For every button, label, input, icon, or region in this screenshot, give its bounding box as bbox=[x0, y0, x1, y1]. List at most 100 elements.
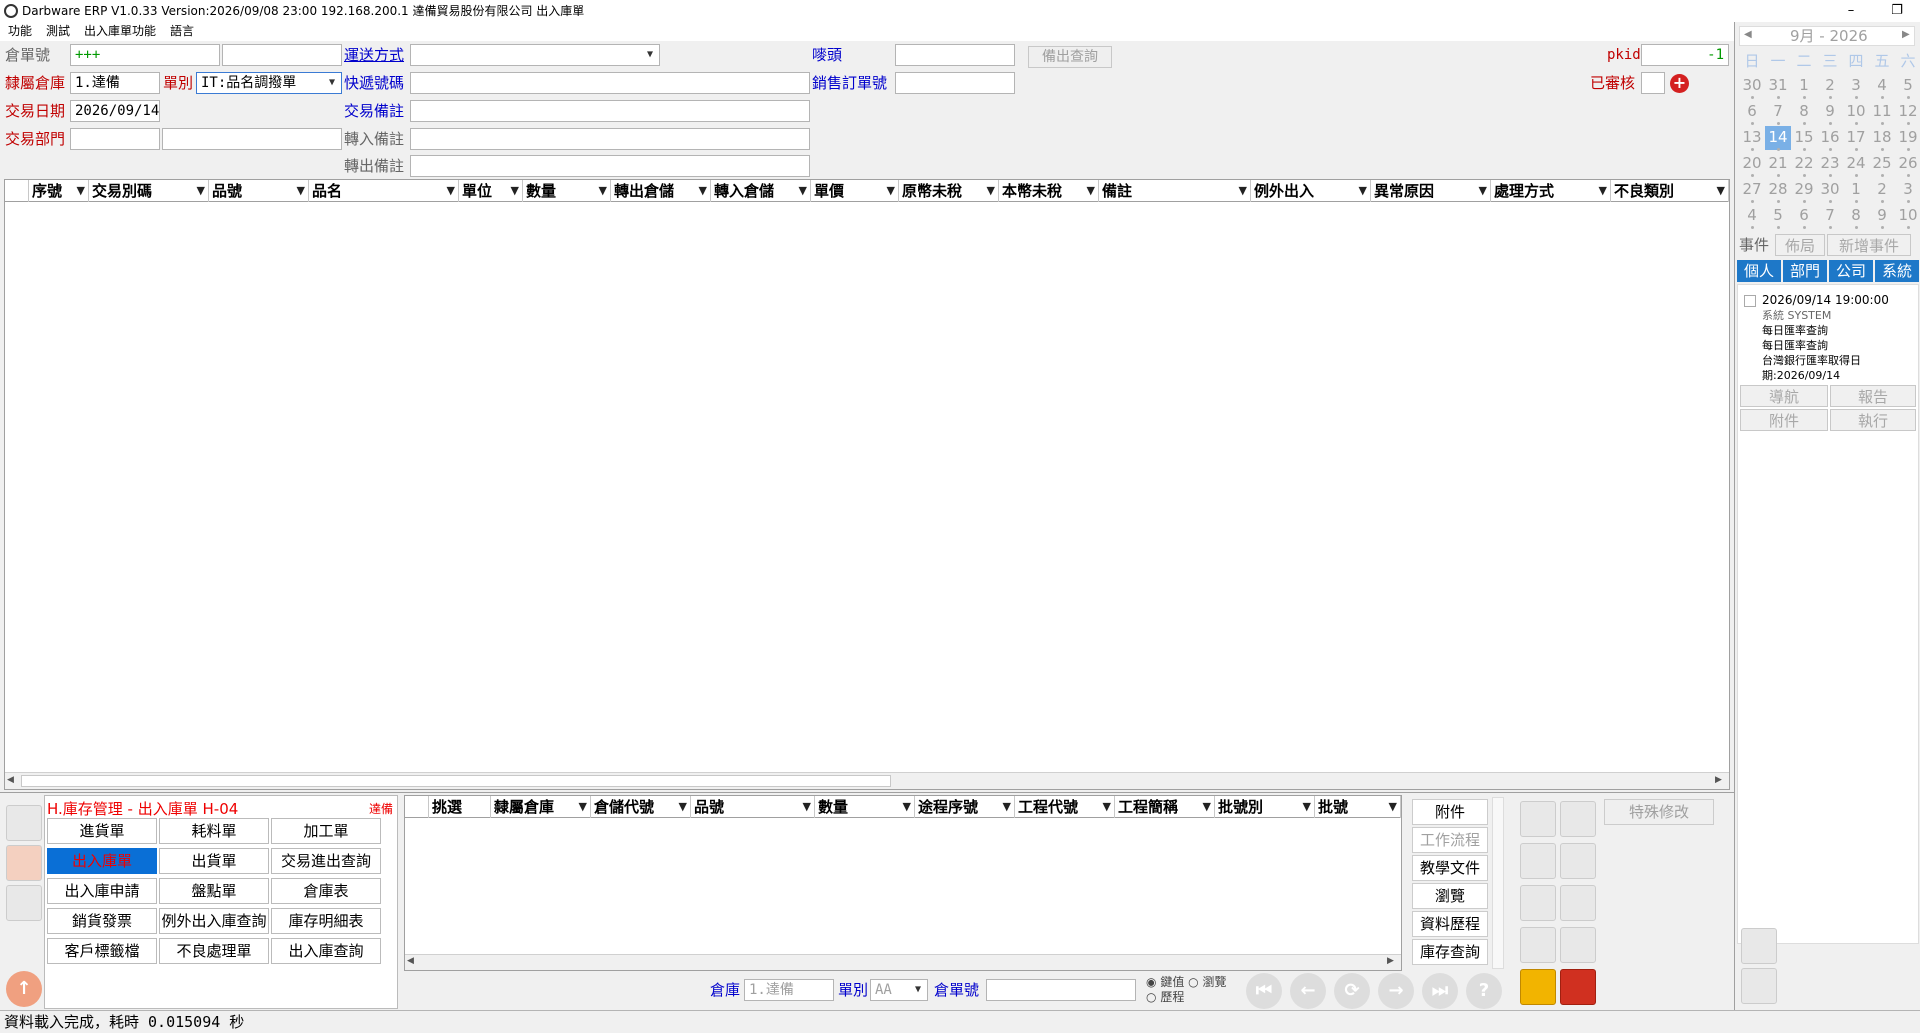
filter-icon[interactable]: ▼ bbox=[447, 180, 455, 202]
calendar-day[interactable]: 25 bbox=[1869, 152, 1895, 176]
sub-col-batch-no[interactable]: 批號 ▼ bbox=[1315, 796, 1401, 818]
filter-icon[interactable]: ▼ bbox=[1717, 180, 1725, 202]
mark-field[interactable] bbox=[895, 44, 1015, 66]
calendar-day[interactable]: 30 bbox=[1739, 74, 1765, 98]
edit-record-icon[interactable] bbox=[1520, 885, 1556, 921]
calendar-day[interactable]: 4 bbox=[1869, 74, 1895, 98]
calendar-day[interactable]: 11 bbox=[1869, 100, 1895, 124]
scroll-left-icon[interactable]: ◀ bbox=[407, 956, 414, 966]
col-item-name[interactable]: 品名 ▼ bbox=[309, 180, 459, 202]
col-item-no[interactable]: 品號 ▼ bbox=[209, 180, 309, 202]
calendar-day[interactable]: 3 bbox=[1843, 74, 1869, 98]
module-btn-in-out-request[interactable]: 出入庫申請 bbox=[47, 878, 157, 904]
filter-icon[interactable]: ▼ bbox=[77, 180, 85, 202]
approved-checkbox[interactable] bbox=[1641, 72, 1665, 94]
next-month-icon[interactable]: ▶ bbox=[1902, 29, 1910, 40]
trade-dept-name-field[interactable] bbox=[162, 128, 342, 150]
prev-record-icon[interactable]: ← bbox=[1290, 973, 1326, 1009]
calendar-day[interactable]: 30 bbox=[1817, 178, 1843, 202]
calendar-day[interactable]: 17 bbox=[1843, 126, 1869, 150]
module-btn-purchase-in[interactable]: 進貨單 bbox=[47, 818, 157, 844]
calendar-day[interactable]: 16 bbox=[1817, 126, 1843, 150]
sub-grid[interactable]: 挑選 隸屬倉庫 ▼ 倉儲代號 ▼ 品號 ▼ 數量 ▼ 途程序號 ▼ 工程代號 ▼ 工程簡稱 ▼… bbox=[404, 795, 1402, 971]
clipboard-icon[interactable] bbox=[1560, 885, 1596, 921]
calendar-day[interactable]: 26 bbox=[1895, 152, 1920, 176]
col-transfer-in[interactable]: 轉入倉儲 ▼ bbox=[711, 180, 811, 202]
scroll-right-icon[interactable]: ▶ bbox=[1715, 775, 1722, 785]
query-doc-no-field[interactable] bbox=[986, 979, 1136, 1001]
add-event-button[interactable]: 新增事件 bbox=[1827, 234, 1911, 256]
undo-icon[interactable] bbox=[1560, 969, 1596, 1005]
workflow-button[interactable]: 工作流程 bbox=[1412, 827, 1488, 853]
tab-department[interactable]: 部門 bbox=[1783, 260, 1827, 282]
trade-date-field[interactable]: 2026/09/14 bbox=[70, 100, 160, 122]
module-btn-processing[interactable]: 加工單 bbox=[271, 818, 381, 844]
calendar-day[interactable]: 21 bbox=[1765, 152, 1791, 176]
tab-company[interactable]: 公司 bbox=[1829, 260, 1873, 282]
col-abnormal-reason[interactable]: 異常原因 ▼ bbox=[1371, 180, 1491, 202]
warehouse-no-field[interactable]: +++ bbox=[70, 44, 220, 66]
sub-grid-hscrollbar[interactable]: ◀ ▶ bbox=[405, 954, 1401, 970]
trade-note-field[interactable] bbox=[410, 100, 810, 122]
calendar-day[interactable]: 24 bbox=[1843, 152, 1869, 176]
ship-method-label[interactable]: 運送方式 bbox=[344, 44, 404, 66]
up-arrow-icon[interactable]: ↑ bbox=[6, 971, 42, 1007]
col-trade-type[interactable]: 交易別碼 ▼ bbox=[89, 180, 209, 202]
calendar-day[interactable]: 6 bbox=[1791, 204, 1817, 228]
save-icon[interactable] bbox=[1520, 969, 1556, 1005]
filter-icon[interactable]: ▼ bbox=[579, 796, 587, 818]
query-doc-type-select[interactable]: AA ▼ bbox=[870, 979, 928, 1001]
doc-type-select[interactable]: IT:品名調撥單 ▼ bbox=[196, 72, 342, 94]
calendar-day[interactable]: 9 bbox=[1869, 204, 1895, 228]
filter-icon[interactable]: ▼ bbox=[197, 180, 205, 202]
module-btn-stocktake[interactable]: 盤點單 bbox=[159, 878, 269, 904]
filter-icon[interactable]: ▼ bbox=[679, 796, 687, 818]
sub-col-route-seq[interactable]: 途程序號 ▼ bbox=[915, 796, 1015, 818]
menu-function[interactable]: 功能 bbox=[8, 22, 32, 40]
module-btn-defect-handling[interactable]: 不良處理單 bbox=[159, 938, 269, 964]
calendar-day[interactable]: 14 bbox=[1765, 126, 1791, 150]
filter-icon[interactable]: ▼ bbox=[1203, 796, 1211, 818]
filter-icon[interactable]: ▼ bbox=[297, 180, 305, 202]
col-unit[interactable]: 單位 ▼ bbox=[459, 180, 523, 202]
module-btn-in-out-query[interactable]: 出入庫查詢 bbox=[271, 938, 381, 964]
sub-col-pick[interactable]: 挑選 bbox=[429, 796, 491, 818]
refresh-icon[interactable]: ⟳ bbox=[1334, 973, 1370, 1009]
add-record-icon[interactable] bbox=[1520, 801, 1556, 837]
filter-icon[interactable]: ▼ bbox=[1003, 796, 1011, 818]
filter-icon[interactable]: ▼ bbox=[511, 180, 519, 202]
delete-record-icon[interactable] bbox=[1520, 927, 1556, 963]
calendar-day[interactable]: 7 bbox=[1765, 100, 1791, 124]
col-exception[interactable]: 例外出入 ▼ bbox=[1251, 180, 1371, 202]
layout-button[interactable]: 佈局 bbox=[1775, 234, 1825, 256]
folder-icon[interactable] bbox=[6, 885, 42, 921]
calendar-day[interactable]: 4 bbox=[1739, 204, 1765, 228]
filter-icon[interactable]: ▼ bbox=[1239, 180, 1247, 202]
filter-icon[interactable]: ▼ bbox=[1479, 180, 1487, 202]
col-transfer-out[interactable]: 轉出倉儲 ▼ bbox=[611, 180, 711, 202]
module-btn-sales-invoice[interactable]: 銷貨發票 bbox=[47, 908, 157, 934]
calendar-day[interactable]: 28 bbox=[1765, 178, 1791, 202]
col-unit-price[interactable]: 單價 ▼ bbox=[811, 180, 899, 202]
transfer-out-note-field[interactable] bbox=[410, 155, 810, 177]
execute-button[interactable]: 執行 bbox=[1830, 409, 1916, 431]
ship-method-select[interactable]: ▼ bbox=[410, 44, 660, 66]
calendar-day[interactable]: 27 bbox=[1739, 178, 1765, 202]
calendar-day[interactable]: 8 bbox=[1791, 100, 1817, 124]
calendar-month-label[interactable]: 9月 - 2026 bbox=[1790, 27, 1868, 45]
calendar-day[interactable]: 13 bbox=[1739, 126, 1765, 150]
calendar-day[interactable]: 15 bbox=[1791, 126, 1817, 150]
filter-icon[interactable]: ▼ bbox=[887, 180, 895, 202]
main-detail-grid[interactable]: 序號 ▼ 交易別碼 ▼ 品號 ▼ 品名 ▼ 單位 ▼ 數量 ▼ 轉出倉儲 ▼ 轉入倉儲 ▼ 單價… bbox=[4, 179, 1730, 790]
print-icon[interactable] bbox=[1560, 843, 1596, 879]
filter-icon[interactable]: ▼ bbox=[1389, 796, 1397, 818]
tutorial-button[interactable]: 教學文件 bbox=[1412, 855, 1488, 881]
menu-language[interactable]: 語言 bbox=[170, 22, 194, 40]
filter-icon[interactable]: ▼ bbox=[799, 180, 807, 202]
sub-col-item-no[interactable]: 品號 ▼ bbox=[691, 796, 815, 818]
filter-icon[interactable]: ▼ bbox=[599, 180, 607, 202]
trade-dept-code-field[interactable] bbox=[70, 128, 160, 150]
col-defect-type[interactable]: 不良類別 ▼ bbox=[1611, 180, 1729, 202]
help-icon[interactable]: ? bbox=[1466, 973, 1502, 1009]
robot-icon[interactable] bbox=[1741, 928, 1777, 964]
